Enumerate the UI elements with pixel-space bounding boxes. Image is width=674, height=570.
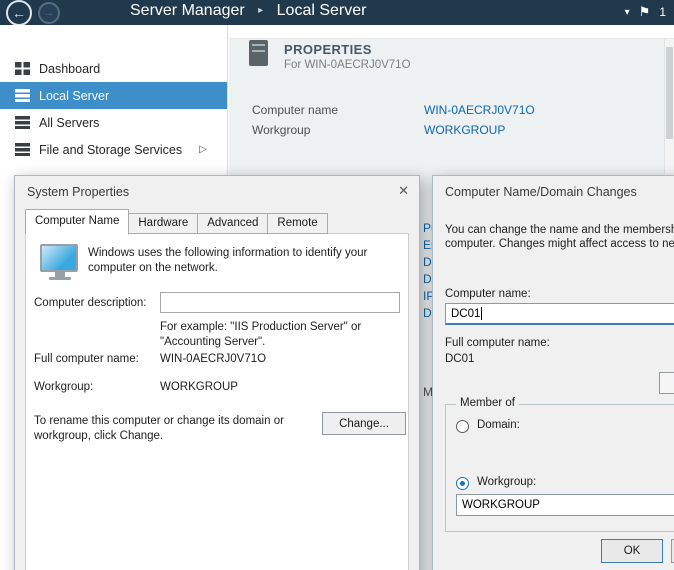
sidebar-item-all-servers[interactable]: All Servers bbox=[0, 109, 227, 136]
system-properties-dialog: System Properties ✕ Computer Name Hardwa… bbox=[14, 175, 420, 570]
domain-radio-label[interactable]: Domain: bbox=[477, 419, 520, 431]
sidebar-item-local-server[interactable]: Local Server bbox=[0, 82, 227, 109]
member-of-label: Member of bbox=[456, 397, 519, 409]
forward-button[interactable]: → bbox=[38, 2, 60, 24]
tab-advanced[interactable]: Advanced bbox=[197, 213, 268, 234]
back-button[interactable]: ← bbox=[6, 0, 32, 26]
computer-description-input[interactable] bbox=[160, 292, 400, 313]
back-arrow-icon: ← bbox=[12, 5, 26, 21]
sidebar-item-label: File and Storage Services bbox=[39, 143, 182, 157]
dashboard-icon bbox=[15, 62, 30, 75]
tab-remote[interactable]: Remote bbox=[267, 213, 327, 234]
storage-icon bbox=[15, 143, 30, 156]
server-manager-window: ← → Server Manager ▸ Local Server ▾ ⚑ 1 … bbox=[0, 0, 674, 570]
computer-name-domain-changes-dialog: Computer Name/Domain Changes You can cha… bbox=[432, 175, 674, 570]
breadcrumb-current[interactable]: Local Server bbox=[277, 2, 367, 19]
panel-top-strip bbox=[229, 25, 674, 39]
tab-strip: Computer Name Hardware Advanced Remote bbox=[25, 210, 328, 234]
dialog-title: System Properties bbox=[27, 185, 129, 199]
computer-name-input[interactable]: DC01 bbox=[445, 303, 674, 325]
notification-count: 1 bbox=[659, 5, 666, 19]
sidebar-item-label: Dashboard bbox=[39, 62, 100, 76]
ok-button[interactable]: OK bbox=[601, 539, 663, 563]
workgroup-radio[interactable] bbox=[456, 477, 469, 490]
chevron-right-icon[interactable]: ▷ bbox=[199, 144, 207, 155]
notification-flag-icon[interactable]: ⚑ bbox=[639, 4, 651, 20]
workgroup-value-link[interactable]: WORKGROUP bbox=[424, 123, 505, 137]
properties-title: PROPERTIES bbox=[284, 42, 372, 57]
sidebar-item-label: Local Server bbox=[39, 89, 109, 103]
workgroup-radio-label[interactable]: Workgroup: bbox=[477, 476, 536, 488]
server-icon bbox=[15, 89, 30, 102]
sidebar-item-dashboard[interactable]: Dashboard bbox=[0, 55, 227, 82]
properties-subtitle: For WIN-0AECRJ0V71O bbox=[284, 59, 411, 71]
sidebar-item-file-storage-services[interactable]: File and Storage Services ▷ bbox=[0, 136, 227, 163]
monitor-icon bbox=[40, 244, 80, 284]
full-computer-name-value: DC01 bbox=[445, 353, 474, 365]
text-cursor bbox=[481, 307, 482, 320]
close-icon[interactable]: ✕ bbox=[398, 183, 409, 199]
intro-text: Windows uses the following information t… bbox=[88, 246, 404, 276]
computer-name-label: Computer name: bbox=[445, 288, 531, 300]
scrollbar-thumb[interactable] bbox=[666, 47, 673, 139]
full-computer-name-label: Full computer name: bbox=[445, 337, 550, 349]
sidebar-item-label: All Servers bbox=[39, 116, 99, 130]
full-computer-name-value: WIN-0AECRJ0V71O bbox=[160, 352, 266, 367]
intro-line-2: computer. Changes might affect access to… bbox=[445, 237, 674, 251]
computer-name-value-link[interactable]: WIN-0AECRJ0V71O bbox=[424, 103, 535, 117]
title-bar: ← → Server Manager ▸ Local Server ▾ ⚑ 1 bbox=[0, 0, 674, 25]
chevron-down-icon[interactable]: ▾ bbox=[625, 7, 630, 18]
member-of-groupbox: Member of Domain: Workgroup: WORKGROUP bbox=[445, 404, 674, 532]
server-tower-icon bbox=[249, 40, 268, 66]
domain-radio[interactable] bbox=[456, 420, 469, 433]
more-button-cutoff[interactable] bbox=[659, 372, 674, 394]
servers-icon bbox=[15, 116, 30, 129]
forward-arrow-icon: → bbox=[44, 7, 55, 19]
intro-line-1: You can change the name and the membersh… bbox=[445, 223, 674, 237]
dialog-title: Computer Name/Domain Changes bbox=[445, 185, 637, 199]
breadcrumb-separator-icon: ▸ bbox=[258, 5, 263, 16]
workgroup-label: Workgroup bbox=[252, 123, 310, 137]
computer-name-label: Computer name bbox=[252, 103, 338, 117]
breadcrumb: Server Manager ▸ Local Server bbox=[130, 2, 366, 20]
workgroup-label: Workgroup: bbox=[34, 380, 93, 395]
rename-hint-text: To rename this computer or change its do… bbox=[34, 414, 304, 444]
tab-computer-name[interactable]: Computer Name bbox=[25, 209, 129, 235]
computer-name-tab-page: Windows uses the following information t… bbox=[25, 233, 409, 570]
computer-name-input-value: DC01 bbox=[451, 308, 480, 320]
tab-hardware[interactable]: Hardware bbox=[128, 213, 198, 234]
computer-description-label: Computer description: bbox=[34, 296, 147, 311]
header-actions: ▾ ⚑ 1 bbox=[625, 4, 666, 20]
workgroup-value: WORKGROUP bbox=[160, 380, 238, 395]
app-title: Server Manager bbox=[130, 2, 245, 19]
workgroup-input[interactable]: WORKGROUP bbox=[456, 494, 674, 516]
workgroup-input-value: WORKGROUP bbox=[462, 499, 540, 511]
change-button[interactable]: Change... bbox=[322, 412, 406, 435]
dialog-intro-text: You can change the name and the membersh… bbox=[445, 223, 674, 251]
description-example-text: For example: "IIS Production Server" or … bbox=[160, 320, 382, 350]
full-computer-name-label: Full computer name: bbox=[34, 352, 139, 367]
